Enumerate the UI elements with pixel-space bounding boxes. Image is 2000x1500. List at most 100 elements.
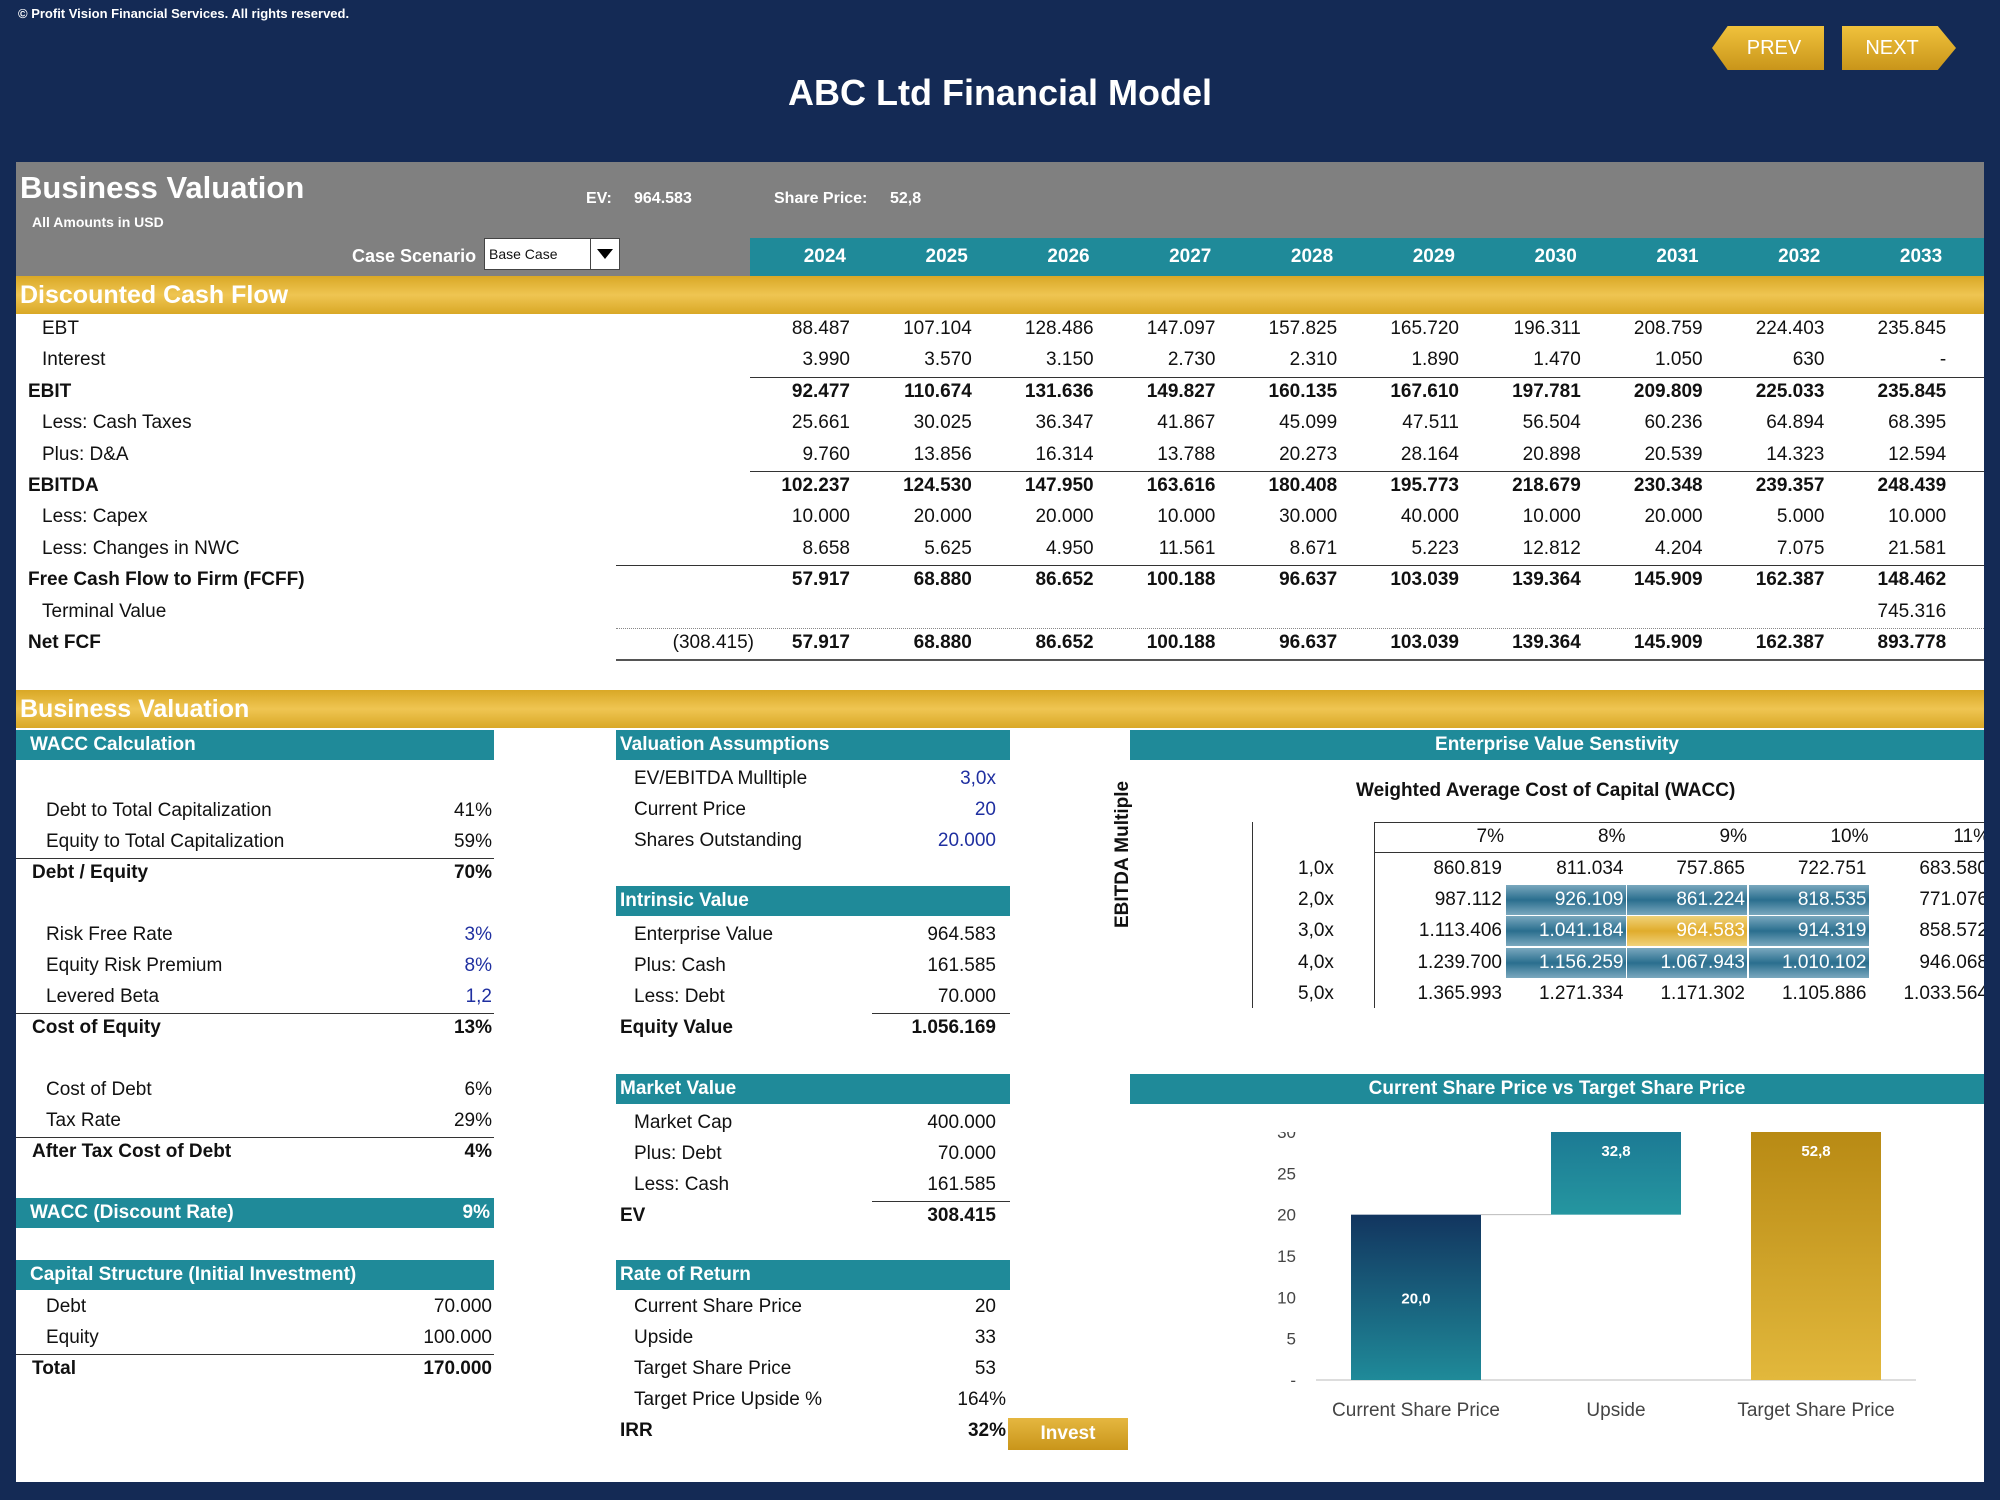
next-button[interactable]: NEXT — [1842, 26, 1956, 70]
wacc-row-label: Risk Free Rate — [46, 924, 173, 945]
dcf-row-label: Terminal Value — [42, 600, 167, 622]
dcf-value: 100.188 — [1146, 632, 1216, 653]
wacc-row-label: Cost of Equity — [32, 1017, 161, 1038]
dcf-value: 208.759 — [1633, 318, 1703, 339]
dcf-value: 96.637 — [1279, 632, 1338, 653]
sensitivity-value: 926.109 — [1505, 885, 1626, 916]
year-header: 2031 — [1656, 246, 1699, 267]
dcf-value: 103.039 — [1390, 632, 1459, 653]
sensitivity-col-title: Weighted Average Cost of Capital (WACC) — [1356, 780, 1736, 801]
capital-row-label: Total — [32, 1358, 76, 1379]
assumptions-row-label: Current Price — [634, 799, 746, 820]
dcf-value: 2.310 — [1289, 349, 1338, 371]
sensitivity-header-line — [1374, 852, 1984, 853]
dcf-value: 131.636 — [1024, 380, 1094, 402]
market-row-label: EV — [620, 1205, 646, 1226]
wacc-row-value: 4% — [464, 1141, 492, 1162]
ror-row-value: 164% — [957, 1389, 1006, 1410]
dcf-total-line — [616, 659, 1984, 662]
dcf-value: 68.395 — [1888, 412, 1947, 434]
wacc-subtotal-line — [16, 858, 494, 859]
share-chart-title: Current Share Price vs Target Share Pric… — [1130, 1074, 1984, 1104]
dcf-value: 64.894 — [1766, 412, 1825, 434]
dcf-value: 86.652 — [1035, 569, 1094, 591]
share-price-label: Share Price: — [774, 190, 868, 207]
dcf-value: 745.316 — [1877, 600, 1947, 622]
dcf-value: 92.477 — [791, 380, 850, 402]
y-tick-label: - — [1290, 1371, 1296, 1390]
sensitivity-col-header: 7% — [1476, 826, 1504, 847]
dcf-value: 41.867 — [1157, 412, 1216, 434]
wacc-row-value: 3% — [464, 924, 492, 945]
dcf-value: 218.679 — [1512, 475, 1581, 496]
sensitivity-value: 1.105.886 — [1781, 982, 1867, 1004]
ror-row-value: 32% — [967, 1420, 1006, 1441]
wacc-row-label: Cost of Debt — [46, 1079, 152, 1100]
dcf-value: 196.311 — [1513, 318, 1581, 339]
dcf-value: 20.000 — [1644, 506, 1703, 528]
dcf-row-label: Less: Cash Taxes — [42, 412, 192, 434]
year-header: 2028 — [1290, 246, 1334, 267]
dcf-value: 88.487 — [791, 318, 850, 339]
dcf-value: 4.204 — [1655, 537, 1703, 559]
market-row-label: Plus: Debt — [634, 1143, 722, 1164]
year-header: 2027 — [1169, 246, 1212, 267]
share-price-chart: - 5 10 15 20 25 30 20,0 Current Share Price 32,8 U… — [1277, 1132, 1916, 1421]
dcf-value: - — [1939, 349, 1947, 371]
sensitivity-row-label: 5,0x — [1298, 982, 1334, 1004]
ror-row-label: Current Share Price — [634, 1296, 802, 1317]
sensitivity-value: 1.067.943 — [1627, 947, 1747, 978]
dcf-row-label: Free Cash Flow to Firm (FCFF) — [28, 569, 305, 591]
dcf-value: 12.594 — [1888, 443, 1947, 465]
sensitivity-value: 946.068 — [1919, 951, 1984, 973]
dcf-value: 147.950 — [1024, 475, 1094, 496]
case-scenario-select[interactable]: Base Case — [484, 238, 620, 270]
dropdown-arrow-icon[interactable] — [590, 239, 619, 269]
market-row-value: 400.000 — [927, 1112, 996, 1133]
wacc-subtotal-line — [16, 1137, 494, 1138]
capital-row-value: 100.000 — [423, 1327, 492, 1348]
sensitivity-value: 964.583 — [1627, 916, 1747, 947]
wacc-row-value: 13% — [453, 1017, 492, 1038]
dcf-value: 8.671 — [1289, 537, 1338, 559]
wacc-row-value: 8% — [464, 955, 492, 976]
dcf-value: 195.773 — [1390, 475, 1459, 496]
share-price-value: 52,8 — [890, 190, 922, 207]
assumptions-row-value: 20.000 — [937, 830, 996, 851]
year-header: 2033 — [1899, 246, 1943, 267]
sensitivity-col-header: 10% — [1830, 826, 1869, 847]
wacc-row-label: Equity Risk Premium — [46, 955, 223, 976]
capital-row-label: Equity — [46, 1327, 99, 1348]
wacc-row-value: 41% — [453, 800, 492, 821]
year-header: 2024 — [803, 246, 846, 267]
page-title: Business Valuation — [20, 170, 305, 205]
prev-button[interactable]: PREV — [1712, 26, 1824, 70]
dcf-value: 5.223 — [1411, 537, 1459, 559]
market-row-label: Less: Cash — [634, 1174, 730, 1195]
sensitivity-value: 914.319 — [1748, 916, 1869, 947]
dcf-value: 197.781 — [1512, 380, 1581, 402]
assumptions-title: Valuation Assumptions — [616, 730, 1010, 760]
ev-label: EV: — [586, 190, 612, 207]
dcf-value: 7.075 — [1776, 537, 1825, 559]
invest-button[interactable]: Invest — [1008, 1418, 1128, 1450]
intrinsic-row-label: Enterprise Value — [634, 924, 774, 945]
sensitivity-value: 1.041.184 — [1505, 916, 1626, 947]
y-tick-label: 10 — [1277, 1288, 1296, 1307]
dcf-row-label: Net FCF — [28, 632, 101, 653]
dcf-value: 160.135 — [1268, 380, 1338, 402]
capital-row-label: Debt — [46, 1296, 87, 1317]
dcf-value: 5.000 — [1776, 506, 1825, 528]
dcf-value: 21.581 — [1888, 537, 1947, 559]
dcf-value: 124.530 — [903, 475, 972, 496]
dcf-row-label: Less: Capex — [42, 506, 148, 528]
ror-row-value: 33 — [974, 1327, 996, 1348]
market-row-value: 308.415 — [927, 1205, 996, 1226]
wacc-row-value: 70% — [453, 862, 492, 883]
sensitivity-divider — [1374, 822, 1375, 1008]
chart-bar — [1751, 1132, 1881, 1380]
case-scenario-value: Base Case — [489, 246, 558, 262]
dcf-value: 9.760 — [802, 443, 850, 465]
assumptions-row-value: 3,0x — [960, 768, 996, 789]
assumptions-row-label: EV/EBITDA Mulltiple — [634, 768, 808, 789]
